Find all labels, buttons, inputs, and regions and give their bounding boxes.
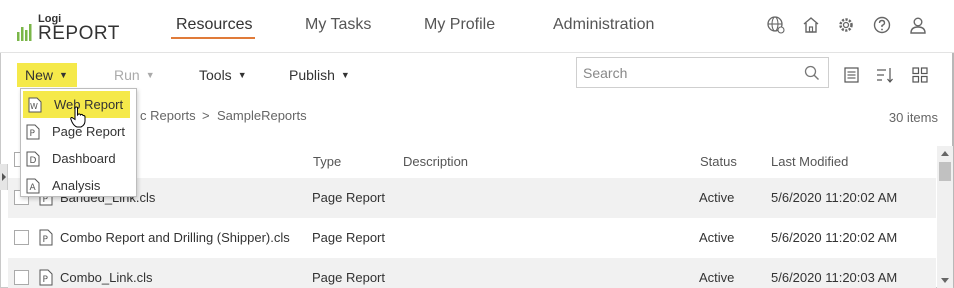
page-report-icon: P [39,269,53,286]
table-row[interactable]: P Combo Report and Drilling (Shipper).cl… [8,218,936,258]
breadcrumb-sample-reports[interactable]: SampleReports [217,108,307,123]
row-last-modified: 5/6/2020 11:20:02 AM [771,230,898,245]
menu-item-label: Page Report [52,124,125,139]
new-button-label: New [25,67,54,83]
properties-view-icon[interactable] [843,66,861,84]
svg-text:P: P [43,275,49,285]
publish-button-label: Publish [289,67,335,83]
chevron-down-icon: ▼ [237,70,247,80]
page-report-icon: P [26,124,40,140]
top-header: Logi REPORT Resources My Tasks My Profil… [0,0,954,53]
new-button[interactable]: New ▼ [17,63,77,87]
scroll-down-arrow-icon[interactable] [941,278,949,283]
svg-text:D: D [30,156,37,166]
logi-report-logo[interactable]: Logi REPORT [16,13,119,45]
page-report-icon: P [39,229,53,246]
item-count: 30 items [888,110,938,125]
run-button[interactable]: Run ▼ [114,63,155,87]
breadcrumb-public-reports[interactable]: c Reports [140,108,196,123]
table-row[interactable]: P Banded_Link.cls Page Report Active 5/6… [8,178,936,218]
column-header-description[interactable]: Description [403,154,468,169]
dashboard-icon: D [26,151,40,167]
publish-button[interactable]: Publish ▼ [289,63,350,87]
tab-my-profile[interactable]: My Profile [424,16,495,34]
menu-item-dashboard[interactable]: D Dashboard [21,145,136,172]
breadcrumb-separator: > [202,108,210,123]
scrollbar-thumb[interactable] [939,162,951,181]
chevron-down-icon: ▼ [59,70,68,80]
user-icon[interactable] [908,15,928,35]
globe-icon[interactable] [766,15,786,35]
column-header-status[interactable]: Status [700,154,737,169]
analysis-icon: A [26,178,40,194]
row-status: Active [699,190,735,205]
sort-icon[interactable] [876,66,894,84]
logo-bars-icon [17,24,32,41]
row-type: Page Report [312,270,385,285]
vertical-scrollbar[interactable] [937,146,953,288]
logo-big-text: REPORT [38,23,120,44]
svg-text:P: P [43,235,49,245]
row-checkbox[interactable] [14,270,29,285]
svg-text:A: A [30,183,37,193]
search-icon[interactable] [804,65,820,81]
tab-administration[interactable]: Administration [553,16,654,34]
menu-item-label: Web Report [54,97,124,112]
table-header: Type Description Status Last Modified [8,146,936,178]
gear-icon[interactable] [836,15,856,35]
table-row[interactable]: P Combo_Link.cls Page Report Active 5/6/… [8,258,936,288]
run-button-label: Run [114,67,140,83]
tab-resources[interactable]: Resources [176,16,252,34]
web-report-icon: W [28,97,42,113]
home-icon[interactable] [801,15,821,35]
row-name[interactable]: Combo Report and Drilling (Shipper).cls [60,230,290,245]
tab-my-tasks[interactable]: My Tasks [305,16,371,34]
row-checkbox[interactable] [14,230,29,245]
menu-item-label: Analysis [52,178,101,193]
menu-item-label: Dashboard [52,151,116,166]
menu-item-analysis[interactable]: A Analysis [21,172,136,199]
chevron-down-icon: ▼ [340,70,350,80]
tools-button-label: Tools [199,67,232,83]
tools-button[interactable]: Tools ▼ [199,63,247,87]
resource-toolbar: New ▼ Run ▼ Tools ▼ Publish ▼ [0,54,954,96]
search-box [576,57,829,88]
resource-table: Type Description Status Last Modified P … [8,146,936,288]
svg-text:W: W [30,102,38,111]
new-dropdown-menu: W Web Report P Page Report D Dashboard A… [20,88,137,197]
chevron-down-icon: ▼ [145,70,155,80]
svg-text:P: P [30,129,36,139]
scroll-up-arrow-icon[interactable] [941,151,949,156]
row-last-modified: 5/6/2020 11:20:02 AM [771,190,898,205]
row-status: Active [699,270,735,285]
row-name[interactable]: Combo_Link.cls [60,270,153,285]
active-tab-underline [171,37,255,39]
column-header-last-modified[interactable]: Last Modified [771,154,848,169]
help-icon[interactable] [872,15,892,35]
row-type: Page Report [312,230,385,245]
row-type: Page Report [312,190,385,205]
grid-view-icon[interactable] [911,66,929,84]
row-last-modified: 5/6/2020 11:20:03 AM [771,270,898,285]
column-header-type[interactable]: Type [313,154,341,169]
sidebar-toggle-handle[interactable] [0,164,8,190]
search-input[interactable] [577,58,792,87]
hand-cursor-icon [70,106,86,128]
row-status: Active [699,230,735,245]
